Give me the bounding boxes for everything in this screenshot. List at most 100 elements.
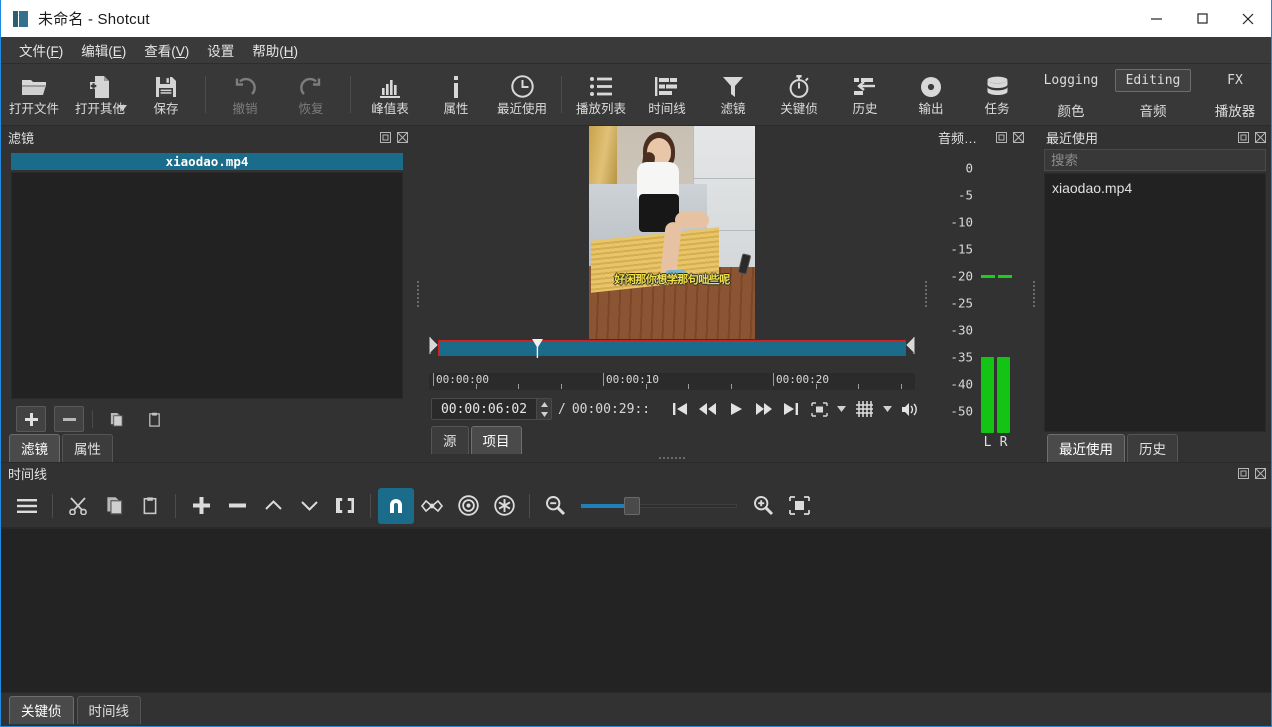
grid-icon[interactable] bbox=[854, 397, 876, 421]
timecode-spinner[interactable] bbox=[536, 399, 551, 419]
toolbar-button-save-disk[interactable]: 保存 bbox=[133, 64, 199, 125]
menu-item-4[interactable]: 帮助(H) bbox=[243, 37, 307, 63]
remove-filter-button[interactable] bbox=[54, 406, 84, 432]
ruler-tick bbox=[603, 373, 604, 386]
copy-button[interactable] bbox=[96, 488, 132, 524]
filters-tab-0[interactable]: 滤镜 bbox=[9, 434, 60, 462]
undock-icon[interactable] bbox=[378, 130, 392, 144]
chevron-down-icon[interactable] bbox=[118, 98, 127, 116]
audio-channel-labels: LR bbox=[981, 435, 1011, 450]
split-clip-button[interactable] bbox=[327, 488, 363, 524]
toolbar-button-jobs-stack[interactable]: 任务 bbox=[964, 64, 1030, 125]
bottom-tabs: 关键侦时间线 bbox=[1, 692, 1271, 726]
toolbar-button-timeline[interactable]: 时间线 bbox=[634, 64, 700, 125]
append-button[interactable] bbox=[183, 488, 219, 524]
lift-button[interactable] bbox=[255, 488, 291, 524]
position-timecode[interactable] bbox=[431, 398, 552, 420]
recent-tab-0[interactable]: 最近使用 bbox=[1047, 434, 1125, 462]
toolbar-button-info-properties[interactable]: 属性 bbox=[423, 64, 489, 125]
maximize-button[interactable] bbox=[1179, 0, 1225, 37]
close-panel-icon[interactable] bbox=[395, 130, 409, 144]
overwrite-button[interactable] bbox=[291, 488, 327, 524]
layout-button-2[interactable]: FX bbox=[1216, 69, 1254, 92]
grid-dropdown-icon[interactable] bbox=[882, 406, 894, 412]
timeline-menu-button[interactable] bbox=[9, 488, 45, 524]
ripple-target-icon[interactable] bbox=[450, 488, 486, 524]
zoom-out-icon[interactable] bbox=[537, 488, 573, 524]
toolbar-button-audio-peak-meter[interactable]: 峰值表 bbox=[357, 64, 423, 125]
player-tab-0[interactable]: 源 bbox=[431, 426, 469, 454]
search-input[interactable] bbox=[1051, 153, 1259, 168]
zoom-in-icon[interactable] bbox=[745, 488, 781, 524]
filters-list[interactable] bbox=[11, 172, 403, 399]
fast-forward-button[interactable] bbox=[753, 397, 775, 421]
toolbar-button-export-disc[interactable]: 输出 bbox=[898, 64, 964, 125]
toolbar-button-clock-recent[interactable]: 最近使用 bbox=[489, 64, 555, 125]
play-button[interactable] bbox=[725, 397, 747, 421]
recent-search-box[interactable] bbox=[1044, 149, 1266, 171]
layout-button-4[interactable]: 音频 bbox=[1129, 96, 1178, 124]
zoom-fit-button[interactable] bbox=[808, 397, 830, 421]
skip-to-start-button[interactable] bbox=[669, 397, 691, 421]
paste-filters-button[interactable] bbox=[139, 406, 169, 432]
zoom-fit-dropdown-icon[interactable] bbox=[836, 406, 848, 412]
add-filter-button[interactable] bbox=[16, 406, 46, 432]
bottom-tab-0[interactable]: 关键侦 bbox=[9, 696, 74, 724]
menu-item-3[interactable]: 设置 bbox=[198, 37, 243, 63]
filters-tab-1[interactable]: 属性 bbox=[62, 434, 113, 462]
toolbar-button-funnel-filter[interactable]: 滤镜 bbox=[700, 64, 766, 125]
toolbar-button-stopwatch-keyframe[interactable]: 关键侦 bbox=[766, 64, 832, 125]
paste-button[interactable] bbox=[132, 488, 168, 524]
recent-panel-header: 最近使用 bbox=[1039, 126, 1271, 148]
recent-list[interactable]: xiaodao.mp4 bbox=[1044, 173, 1266, 432]
player-timeline-splitter[interactable] bbox=[423, 454, 921, 462]
cut-button[interactable] bbox=[60, 488, 96, 524]
playhead-marker[interactable] bbox=[532, 339, 543, 358]
timeline-zoom-slider[interactable] bbox=[581, 496, 737, 516]
copy-filters-button[interactable] bbox=[101, 406, 131, 432]
toolbar-button-open-other[interactable]: 打开其他 bbox=[67, 64, 133, 125]
rewind-button[interactable] bbox=[697, 397, 719, 421]
recent-list-item[interactable]: xiaodao.mp4 bbox=[1045, 177, 1265, 199]
recent-tab-1[interactable]: 历史 bbox=[1127, 434, 1178, 462]
skip-to-end-button[interactable] bbox=[780, 397, 802, 421]
menu-item-0[interactable]: 文件(F) bbox=[10, 37, 72, 63]
toolbar-button-history[interactable]: 历史 bbox=[832, 64, 898, 125]
magnet-snap-icon[interactable] bbox=[378, 488, 414, 524]
out-point-marker-icon[interactable] bbox=[906, 337, 915, 359]
menu-item-1[interactable]: 编辑(E) bbox=[72, 37, 135, 63]
save-disk-icon bbox=[155, 74, 177, 100]
in-point-marker-icon[interactable] bbox=[429, 337, 438, 359]
volume-icon[interactable] bbox=[899, 397, 921, 421]
minimize-button[interactable] bbox=[1133, 0, 1179, 37]
zoom-slider-handle[interactable] bbox=[624, 497, 640, 515]
toolbar-button-folder-open[interactable]: 打开文件 bbox=[1, 64, 67, 125]
bottom-tab-1[interactable]: 时间线 bbox=[77, 696, 142, 724]
layout-button-1[interactable]: Editing bbox=[1115, 69, 1192, 92]
undock-icon[interactable] bbox=[1236, 130, 1250, 144]
eye-scrub-icon[interactable] bbox=[414, 488, 450, 524]
close-panel-icon[interactable] bbox=[1253, 467, 1267, 481]
close-button[interactable] bbox=[1225, 0, 1271, 37]
ripple-all-asterisk-icon[interactable] bbox=[486, 488, 522, 524]
player-audio-splitter[interactable] bbox=[921, 126, 931, 462]
layout-button-0[interactable]: Logging bbox=[1033, 69, 1110, 92]
layout-button-3[interactable]: 颜色 bbox=[1047, 96, 1096, 124]
filters-player-splitter[interactable] bbox=[413, 126, 423, 462]
layout-button-5[interactable]: 播放器 bbox=[1204, 96, 1267, 124]
undock-icon[interactable] bbox=[1236, 467, 1250, 481]
player-tab-1[interactable]: 项目 bbox=[471, 426, 522, 454]
audio-recent-splitter[interactable] bbox=[1029, 126, 1039, 462]
menu-item-2[interactable]: 查看(V) bbox=[135, 37, 198, 63]
close-panel-icon[interactable] bbox=[1253, 130, 1267, 144]
position-timecode-input[interactable] bbox=[432, 399, 536, 419]
zoom-fit-icon[interactable] bbox=[781, 488, 817, 524]
undock-icon[interactable] bbox=[994, 130, 1008, 144]
ripple-delete-button[interactable] bbox=[219, 488, 255, 524]
timeline-tracks-area[interactable] bbox=[1, 528, 1271, 692]
video-frame[interactable]: 好闲那你想学那句咄些呢 bbox=[589, 126, 755, 339]
player-time-ruler[interactable]: 00:00:0000:00:1000:00:20 bbox=[429, 373, 915, 390]
toolbar-button-playlist[interactable]: 播放列表 bbox=[568, 64, 634, 125]
close-panel-icon[interactable] bbox=[1011, 130, 1025, 144]
player-scrub-bar[interactable] bbox=[438, 340, 906, 356]
